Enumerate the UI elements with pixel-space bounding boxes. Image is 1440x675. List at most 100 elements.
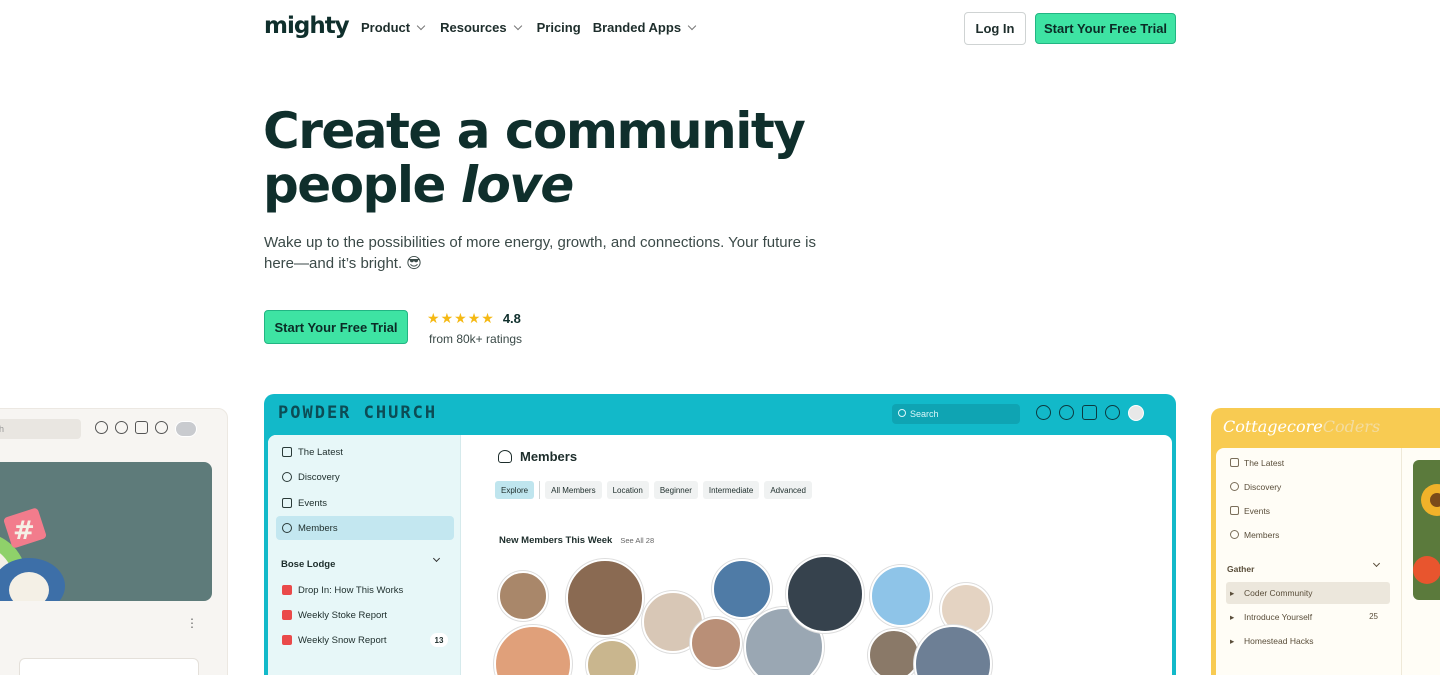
explore-icon[interactable]: [95, 421, 108, 434]
filter-beginner[interactable]: Beginner: [653, 481, 698, 499]
calendar-icon: [1230, 506, 1239, 515]
sidebar-item-label: Weekly Snow Report: [298, 634, 387, 646]
bell-icon[interactable]: [1105, 405, 1120, 420]
mighty-logo[interactable]: mighty: [264, 13, 350, 39]
cottagecore-logo: CottagecoreCoders: [1223, 417, 1380, 436]
sidebar-item-weekly-snow[interactable]: Weekly Snow Report 13: [276, 628, 454, 652]
nav-free-trial-button[interactable]: Start Your Free Trial: [1035, 13, 1176, 44]
member-avatar[interactable]: [498, 571, 548, 621]
nav-pricing[interactable]: Pricing: [537, 20, 581, 35]
chevron-down-icon: [687, 21, 697, 31]
sidebar-item-events[interactable]: Events: [276, 491, 454, 515]
sidebar-item-discovery[interactable]: Discovery: [276, 465, 454, 489]
sidebar-item-members[interactable]: Members: [276, 516, 454, 540]
login-button[interactable]: Log In: [964, 12, 1026, 45]
sidebar-item-label: The Latest: [1244, 458, 1285, 468]
post-image: #: [0, 462, 212, 601]
filter-intermediate[interactable]: Intermediate: [702, 481, 760, 499]
filter-location[interactable]: Location: [606, 481, 649, 499]
preview-toolbar: [1036, 405, 1144, 421]
member-avatar[interactable]: [914, 625, 992, 675]
add-user-icon[interactable]: [1059, 405, 1074, 420]
sidebar-item-events[interactable]: Events: [1226, 500, 1390, 522]
filter-advanced[interactable]: Advanced: [764, 481, 812, 499]
cottagecore-logo-part2: Coders: [1322, 417, 1381, 436]
sidebar-item-label: Coder Community: [1244, 588, 1313, 598]
hero-free-trial-button[interactable]: Start Your Free Trial: [264, 310, 408, 344]
preview-card-powder-church: POWDER CHURCH Search The Latest Discover…: [264, 394, 1176, 675]
cottagecore-sidebar: The Latest Discovery Events Members Gath…: [1216, 448, 1402, 675]
sidebar-item-drop-in[interactable]: Drop In: How This Works: [276, 578, 454, 602]
preview-app-body: The Latest Discovery Events Members Bose…: [268, 435, 1172, 675]
sidebar-item-label: Events: [1244, 506, 1270, 516]
sidebar-item-label: Members: [298, 522, 338, 534]
nav-branded-apps-label: Branded Apps: [592, 20, 682, 35]
left-search-input[interactable]: h: [0, 419, 81, 439]
sidebar-item-homestead-hacks[interactable]: ▸ Homestead Hacks: [1226, 630, 1390, 652]
nav-branded-apps[interactable]: Branded Apps: [593, 20, 699, 35]
sidebar-item-introduce-yourself[interactable]: ▸ Introduce Yourself 25: [1226, 606, 1390, 628]
nav-product[interactable]: Product: [361, 20, 428, 35]
members-icon: [282, 523, 292, 533]
search-icon: [898, 409, 906, 417]
bell-icon[interactable]: [155, 421, 168, 434]
filter-all-members[interactable]: All Members: [545, 481, 602, 499]
unread-count-badge: 25: [1369, 612, 1378, 621]
star-icon: ★: [481, 310, 494, 326]
left-search-text: h: [0, 424, 4, 434]
members-page: Members Explore All Members Location Beg…: [462, 435, 1172, 675]
members-icon: [498, 450, 512, 463]
star-icon: ★: [427, 310, 440, 326]
sidebar-item-label: Drop In: How This Works: [298, 584, 404, 596]
nav-product-label: Product: [361, 20, 411, 35]
avatar[interactable]: [175, 421, 197, 437]
preview-card-left: h # ⋮: [0, 408, 228, 675]
sidebar-item-label: Introduce Yourself: [1244, 612, 1313, 622]
filter-divider: [539, 481, 541, 499]
sidebar-item-weekly-stoke[interactable]: Weekly Stoke Report: [276, 603, 454, 627]
calendar-icon: [282, 498, 292, 508]
see-all-link[interactable]: See All 28: [620, 536, 654, 545]
left-toolbar: [95, 421, 197, 437]
sidebar-item-label: Discovery: [298, 471, 340, 483]
preview-search-input[interactable]: Search: [892, 404, 1020, 424]
more-vertical-icon[interactable]: ⋮: [186, 616, 198, 630]
nav-links: Product Resources Pricing Branded Apps: [361, 20, 699, 35]
nav-resources[interactable]: Resources: [440, 20, 524, 35]
rating-stars: ★ ★ ★ ★ ★ 4.8: [427, 310, 522, 327]
member-avatar[interactable]: [494, 625, 572, 675]
sidebar-item-coder-community[interactable]: ▸ Coder Community: [1226, 582, 1390, 604]
sidebar-item-the-latest[interactable]: The Latest: [1226, 452, 1390, 474]
sidebar-group-header[interactable]: Bose Lodge: [281, 554, 451, 570]
member-avatar[interactable]: [586, 639, 638, 675]
svg-text:#: #: [13, 516, 35, 546]
sidebar-item-the-latest[interactable]: The Latest: [276, 440, 454, 464]
cottagecore-app-body: The Latest Discovery Events Members Gath…: [1216, 448, 1440, 675]
member-avatar[interactable]: [712, 559, 772, 619]
member-avatar[interactable]: [566, 559, 644, 637]
member-avatar[interactable]: [870, 565, 932, 627]
comment-box[interactable]: [19, 658, 199, 675]
member-avatar[interactable]: [690, 617, 742, 669]
hero-title-line2: people: [263, 156, 461, 214]
chat-icon[interactable]: [135, 421, 148, 434]
member-avatar[interactable]: [868, 629, 920, 675]
cursor-icon: ▸: [1230, 588, 1235, 598]
latest-icon: [1230, 458, 1239, 467]
avatar[interactable]: [1128, 405, 1144, 421]
star-icon: ★: [454, 310, 467, 326]
cottagecore-logo-part1: Cottagecore: [1223, 417, 1323, 436]
filter-explore[interactable]: Explore: [495, 481, 535, 499]
sidebar-item-discovery[interactable]: Discovery: [1226, 476, 1390, 498]
powder-church-logo: POWDER CHURCH: [278, 403, 438, 423]
latest-icon: [282, 447, 292, 457]
flag-icon: [282, 585, 292, 595]
star-icon: ★: [467, 310, 481, 326]
add-user-icon[interactable]: [115, 421, 128, 434]
chat-icon[interactable]: [1082, 405, 1097, 420]
explore-icon[interactable]: [1036, 405, 1051, 420]
sidebar-item-members[interactable]: Members: [1226, 524, 1390, 546]
rating-subtext: from 80k+ ratings: [429, 332, 523, 346]
member-avatar[interactable]: [786, 555, 864, 633]
sidebar-group-header[interactable]: Gather: [1227, 559, 1387, 574]
